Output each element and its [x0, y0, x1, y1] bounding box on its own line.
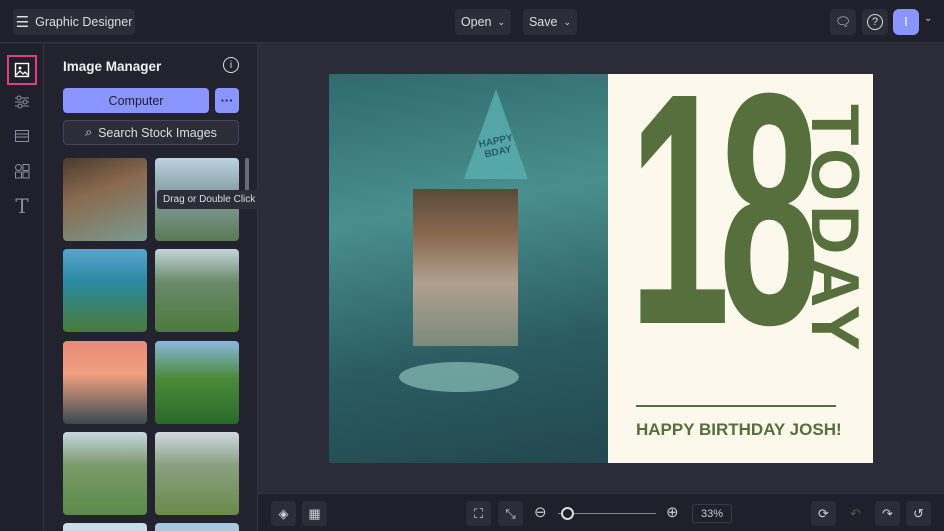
- scrollbar[interactable]: [245, 158, 249, 192]
- open-button[interactable]: Open ⌄: [455, 9, 511, 35]
- app-title: Graphic Designer: [35, 15, 133, 29]
- undo-button[interactable]: ↶: [843, 501, 868, 526]
- history-button[interactable]: ↺: [906, 501, 931, 526]
- replace-button[interactable]: ⟳: [811, 501, 836, 526]
- upload-computer-button[interactable]: Computer: [63, 88, 209, 113]
- zoom-level[interactable]: 33%: [692, 504, 732, 523]
- history-icon: ↺: [913, 505, 924, 521]
- image-thumbnail[interactable]: [155, 523, 239, 531]
- portrait-photo[interactable]: [413, 189, 518, 346]
- refresh-icon: ⟳: [818, 505, 829, 521]
- sliders-icon[interactable]: [10, 90, 34, 114]
- image-thumbnail[interactable]: [63, 341, 147, 424]
- search-label: Search Stock Images: [98, 125, 217, 140]
- expand-icon: ⛶: [473, 505, 484, 521]
- poster-word[interactable]: TODAY: [797, 104, 873, 355]
- search-icon: ⌕: [85, 125, 93, 139]
- open-label: Open: [460, 15, 492, 29]
- user-avatar[interactable]: I: [893, 9, 919, 35]
- redo-icon: ↷: [882, 505, 893, 521]
- top-bar: ☰ Graphic Designer Open ⌄ Save ⌄ 🗨 ? I ⌄: [0, 0, 944, 43]
- layers-button[interactable]: ◈: [271, 501, 296, 526]
- image-thumbnail[interactable]: [155, 249, 239, 332]
- chevron-down-icon[interactable]: ⌄: [924, 13, 932, 24]
- zoom-slider-handle[interactable]: [561, 507, 574, 520]
- search-stock-images-button[interactable]: ⌕ Search Stock Images: [63, 120, 239, 145]
- text-icon[interactable]: T: [10, 194, 34, 218]
- image-manager-panel: Image Manager i Computer ··· ⌕ Search Sto…: [44, 44, 258, 531]
- design-canvas[interactable]: HAPPY BDAY 18 TODAY HAPPY BIRTHDAY JOSH!: [329, 74, 873, 463]
- info-icon[interactable]: i: [223, 57, 239, 73]
- panel-title: Image Manager: [63, 59, 162, 74]
- more-icon: ···: [220, 93, 234, 108]
- image-thumbnail[interactable]: [63, 523, 147, 531]
- save-label: Save: [528, 15, 558, 29]
- shrink-icon: ⤡: [505, 505, 516, 521]
- shrink-button[interactable]: ⤡: [498, 501, 523, 526]
- app-menu-button[interactable]: ☰ Graphic Designer: [13, 9, 135, 35]
- undo-icon: ↶: [850, 505, 861, 521]
- zoom-in-icon[interactable]: ⊕: [666, 503, 679, 521]
- help-button[interactable]: ?: [862, 9, 888, 35]
- poster-number[interactable]: 18: [629, 74, 820, 374]
- avatar-initial: I: [904, 15, 908, 29]
- save-button[interactable]: Save ⌄: [523, 9, 577, 35]
- feedback-button[interactable]: 🗨: [830, 9, 856, 35]
- chevron-down-icon: ⌄: [563, 16, 572, 27]
- computer-label: Computer: [108, 93, 164, 108]
- divider-line: [636, 405, 836, 407]
- hamburger-icon: ☰: [15, 14, 30, 31]
- fit-screen-button[interactable]: ⛶: [466, 501, 491, 526]
- elements-icon[interactable]: [10, 159, 34, 183]
- layout-icon[interactable]: [10, 124, 34, 148]
- poster-message[interactable]: HAPPY BIRTHDAY JOSH!: [636, 420, 842, 440]
- image-thumbnail[interactable]: [155, 341, 239, 424]
- grid-icon: ▦: [308, 505, 321, 521]
- redo-button[interactable]: ↷: [875, 501, 900, 526]
- bottom-toolbar: ◈ ▦ ⛶ ⤡ ⊖ ⊕ 33% ⟳ ↶ ↷ ↺: [258, 493, 944, 531]
- image-thumbnail[interactable]: [63, 432, 147, 515]
- cake-image: [399, 362, 519, 392]
- image-thumbnail[interactable]: [63, 249, 147, 332]
- layers-icon: ◈: [278, 505, 289, 521]
- tooltip: Drag or Double Click: [157, 190, 262, 209]
- image-icon[interactable]: [7, 55, 37, 85]
- zoom-out-icon[interactable]: ⊖: [534, 503, 547, 521]
- image-thumbnail[interactable]: [155, 432, 239, 515]
- more-options-button[interactable]: ···: [215, 88, 239, 113]
- help-icon: ?: [867, 14, 883, 30]
- grid-button[interactable]: ▦: [302, 501, 327, 526]
- image-thumbnail[interactable]: [63, 158, 147, 241]
- comment-icon: 🗨: [835, 14, 851, 29]
- tool-rail: T: [0, 44, 44, 531]
- chevron-down-icon: ⌄: [497, 16, 506, 27]
